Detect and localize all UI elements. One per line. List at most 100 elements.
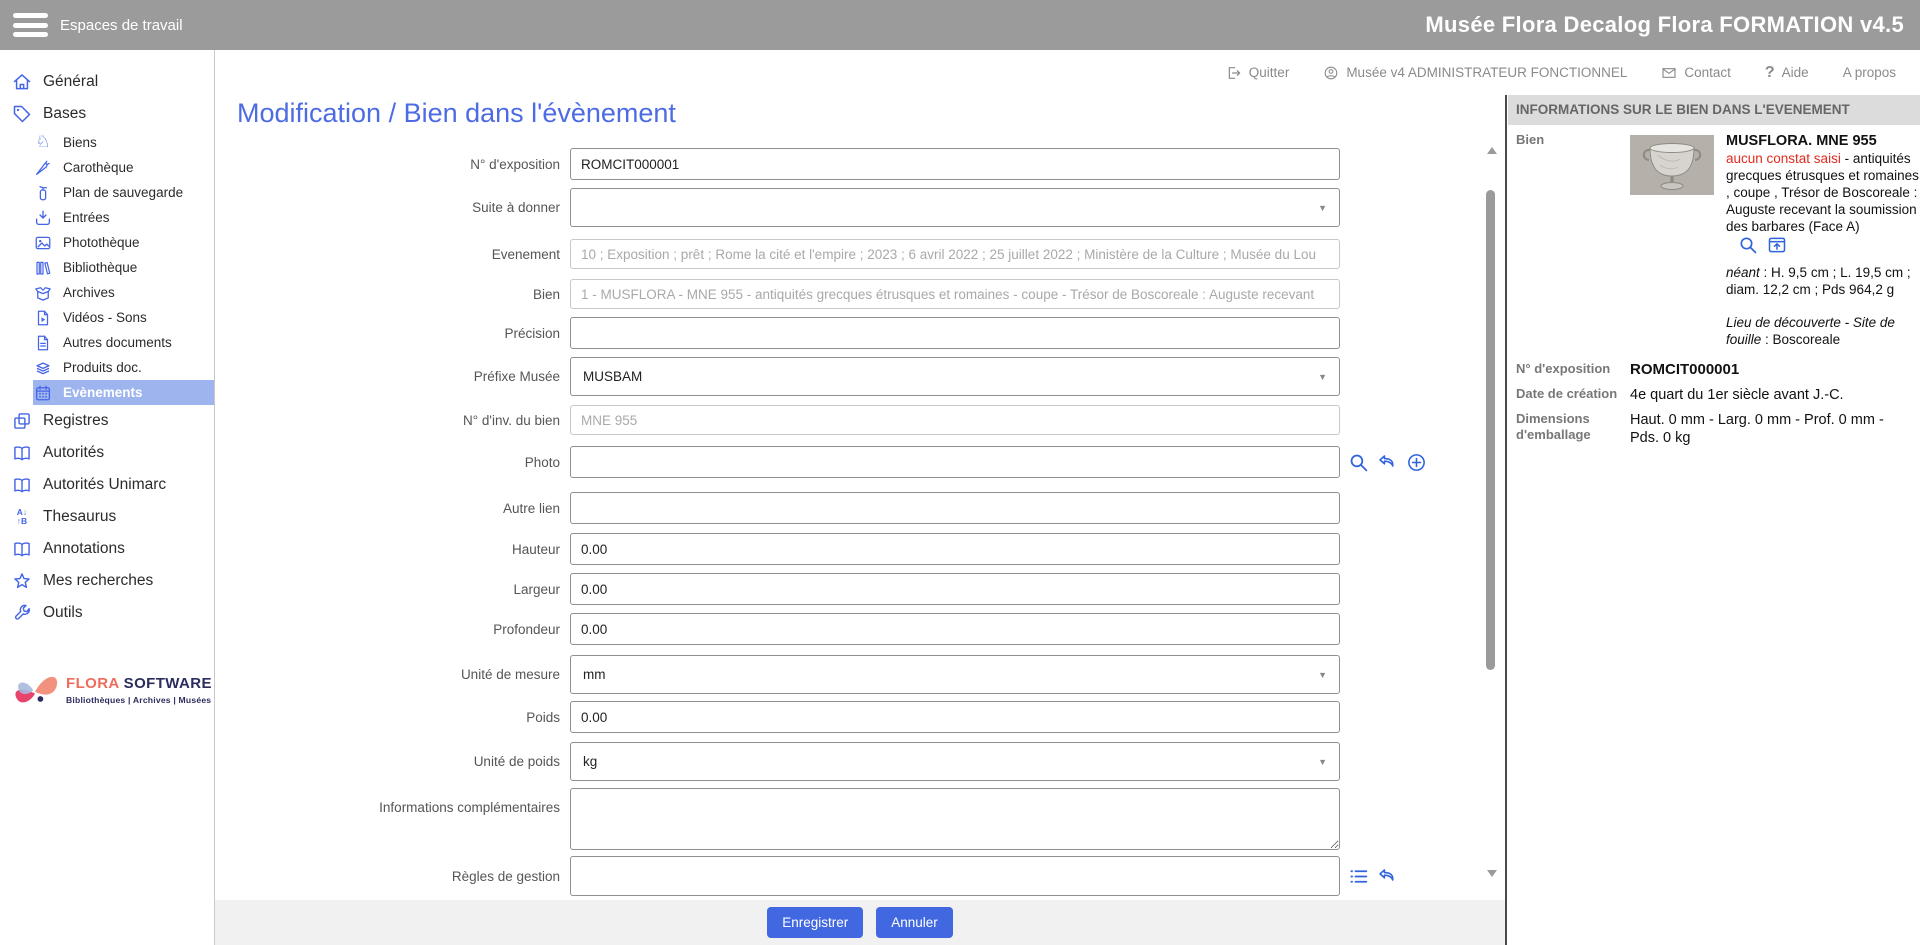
form-row: Largeur — [215, 573, 1340, 605]
field-label: Hauteur — [215, 542, 570, 557]
export-icon[interactable] — [1767, 235, 1787, 255]
form-row: Unité de mesure mm▼ — [215, 655, 1340, 694]
contact-link[interactable]: Contact — [1661, 65, 1731, 81]
sidebar-item-autres-documents[interactable]: Autres documents — [33, 330, 214, 355]
sidebar-item-plan-de-sauvegarde[interactable]: Plan de sauvegarde — [33, 180, 214, 205]
sidebar-item-entrees[interactable]: Entrées — [33, 205, 214, 230]
hauteur-input[interactable] — [570, 533, 1340, 565]
precision-input[interactable] — [570, 317, 1340, 349]
quitter-link[interactable]: Quitter — [1226, 65, 1290, 81]
sidebar-item-general[interactable]: Général — [0, 66, 214, 98]
top-bar: Espaces de travail Musée Flora Decalog F… — [0, 0, 1920, 50]
field-label: N° d'inv. du bien — [215, 413, 570, 428]
date-creation-value: 4e quart du 1er siècle avant J.-C. — [1630, 386, 1916, 404]
scrollbar-thumb[interactable] — [1486, 190, 1495, 670]
suite-a-donner-select[interactable]: ▼ — [570, 188, 1340, 227]
field-label: Unité de poids — [215, 754, 570, 769]
form-row: Evenement — [215, 239, 1340, 269]
save-button[interactable]: Enregistrer — [767, 907, 863, 938]
exposition-number-value: ROMCIT000001 — [1630, 361, 1916, 379]
sidebar-item-bases[interactable]: Bases — [0, 98, 214, 130]
copies-icon — [12, 411, 32, 431]
search-icon[interactable] — [1348, 452, 1369, 473]
sidebar-item-archives[interactable]: Archives — [33, 280, 214, 305]
form-row: Règles de gestion — [215, 856, 1398, 896]
unite-mesure-select[interactable]: mm▼ — [570, 655, 1340, 694]
a-propos-link[interactable]: A propos — [1843, 65, 1896, 80]
books-icon — [34, 259, 52, 277]
profondeur-input[interactable] — [570, 613, 1340, 645]
form-row: Hauteur — [215, 533, 1340, 565]
form-row: Profondeur — [215, 613, 1340, 645]
footer-bar: Enregistrer Annuler — [215, 900, 1505, 945]
hamburger-menu-icon[interactable] — [13, 13, 48, 37]
person-icon — [1323, 65, 1339, 81]
sidebar-item-thesaurus[interactable]: A↓↑BThesaurus — [0, 501, 214, 533]
sidebar-item-bibliotheque[interactable]: Bibliothèque — [33, 255, 214, 280]
sidebar-item-autorites[interactable]: Autorités — [0, 437, 214, 469]
field-label: Photo — [215, 455, 570, 470]
open-book-icon — [12, 443, 32, 463]
sidebar-item-biens[interactable]: ♘Biens — [33, 130, 214, 155]
bien-input — [570, 279, 1340, 309]
bien-title: MUSFLORA. MNE 955 — [1726, 133, 1877, 149]
sort-alpha-icon: A↓↑B — [12, 507, 32, 527]
knight-icon: ♘ — [34, 134, 52, 152]
scrollbar-down-arrow[interactable] — [1487, 870, 1497, 877]
butterfly-logo-icon — [8, 663, 62, 717]
form-row: Préfixe Musée MUSBAM▼ — [215, 357, 1340, 396]
sidebar-item-carotheque[interactable]: Carothèque — [33, 155, 214, 180]
field-label: N° d'exposition — [215, 157, 570, 172]
sidebar-item-mes-recherches[interactable]: Mes recherches — [0, 565, 214, 597]
chevron-down-icon: ▼ — [1318, 203, 1327, 213]
form-row: Bien — [215, 279, 1340, 309]
list-icon[interactable] — [1348, 866, 1369, 887]
autre-lien-input[interactable] — [570, 492, 1340, 524]
prefixe-musee-select[interactable]: MUSBAM▼ — [570, 357, 1340, 396]
scrollbar-up-arrow[interactable] — [1487, 147, 1497, 154]
form-scrollbar[interactable] — [1484, 95, 1498, 900]
form-row: N° d'inv. du bien — [215, 405, 1340, 435]
field-label: Bien — [215, 287, 570, 302]
informations-complementaires-textarea[interactable] — [570, 788, 1340, 850]
chevron-down-icon: ▼ — [1318, 372, 1327, 382]
sidebar-item-evenements[interactable]: Evènements — [33, 380, 214, 405]
bien-thumbnail-image[interactable] — [1630, 135, 1714, 195]
aide-link[interactable]: ?Aide — [1765, 64, 1809, 82]
field-label: Largeur — [215, 582, 570, 597]
sidebar-item-phototheque[interactable]: Photothèque — [33, 230, 214, 255]
field-label: Poids — [215, 710, 570, 725]
sidebar-item-videos-sons[interactable]: Vidéos - Sons — [33, 305, 214, 330]
info-panel: INFORMATIONS SUR LE BIEN DANS L'EVENEMEN… — [1508, 95, 1920, 945]
poids-input[interactable] — [570, 701, 1340, 733]
sidebar-item-registres[interactable]: Registres — [0, 405, 214, 437]
plus-circle-icon[interactable] — [1406, 452, 1427, 473]
unite-poids-select[interactable]: kg▼ — [570, 742, 1340, 781]
user-account[interactable]: Musée v4 ADMINISTRATEUR FONCTIONNEL — [1323, 65, 1627, 81]
bien-label: Bien — [1516, 132, 1630, 348]
undo-icon[interactable] — [1377, 866, 1398, 887]
field-label: Préfixe Musée — [215, 369, 570, 384]
sidebar: Général Bases ♘Biens Carothèque Plan de … — [0, 50, 215, 945]
sidebar-item-autorites-unimarc[interactable]: Autorités Unimarc — [0, 469, 214, 501]
calendar-icon — [34, 384, 52, 402]
largeur-input[interactable] — [570, 573, 1340, 605]
page-title: Modification / Bien dans l'évènement — [237, 98, 676, 129]
cancel-button[interactable]: Annuler — [876, 907, 953, 938]
sidebar-item-annotations[interactable]: Annotations — [0, 533, 214, 565]
undo-icon[interactable] — [1377, 452, 1398, 473]
sidebar-item-produits-doc[interactable]: Produits doc. — [33, 355, 214, 380]
sidebar-item-outils[interactable]: Outils — [0, 597, 214, 629]
inventaire-number-input — [570, 405, 1340, 435]
field-label: Informations complémentaires — [215, 788, 570, 815]
search-icon[interactable] — [1738, 235, 1758, 255]
regles-de-gestion-input[interactable] — [570, 856, 1340, 896]
exposition-number-input[interactable] — [570, 148, 1340, 180]
open-book-icon — [12, 539, 32, 559]
panel-divider — [1505, 95, 1507, 945]
photo-input[interactable] — [570, 446, 1340, 478]
carrot-icon — [34, 159, 52, 177]
extinguisher-icon — [34, 184, 52, 202]
workspace-label[interactable]: Espaces de travail — [60, 17, 183, 34]
chevron-down-icon: ▼ — [1318, 670, 1327, 680]
